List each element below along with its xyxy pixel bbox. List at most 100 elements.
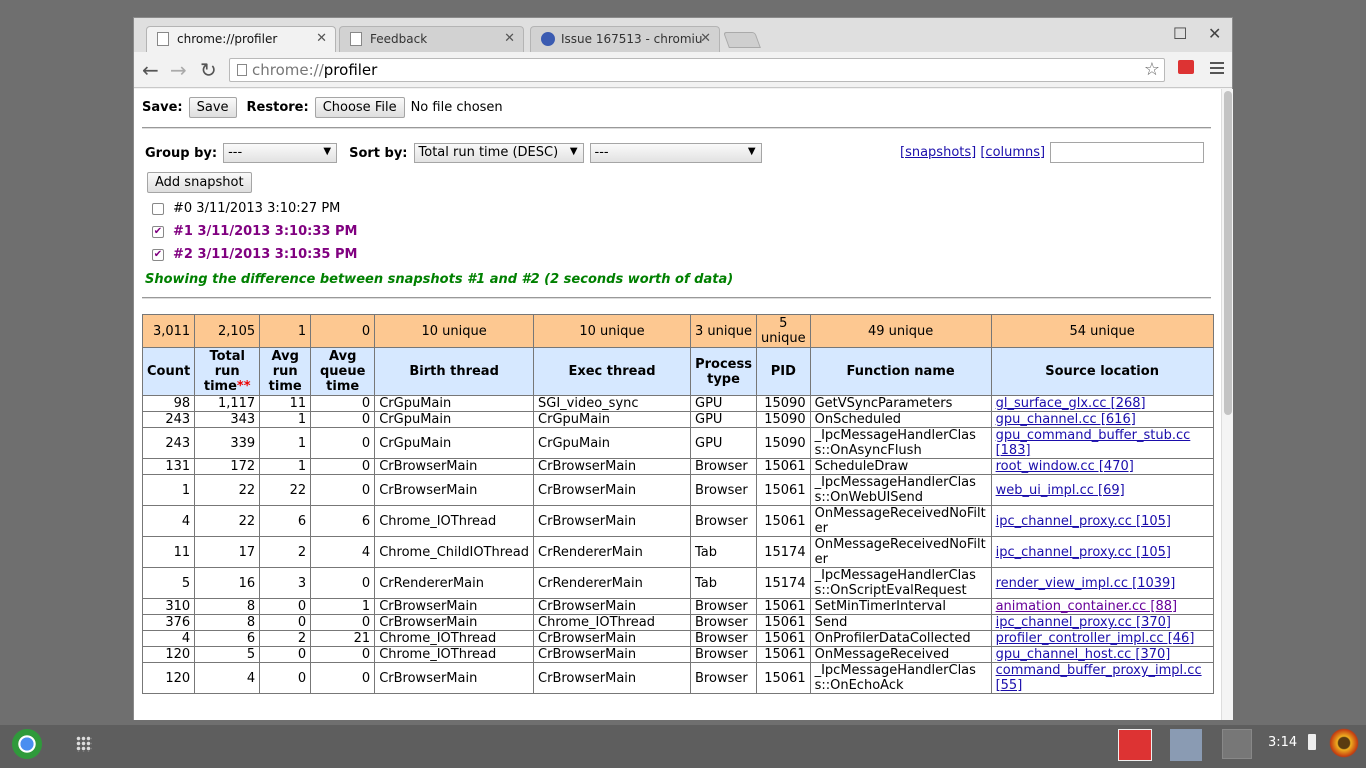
source-location-cell[interactable]: gpu_channel.cc [616]	[990, 411, 1214, 428]
choose-file-button[interactable]: Choose File	[314, 97, 405, 118]
source-link[interactable]: root_window.cc [470]	[996, 459, 1134, 474]
source-location-cell[interactable]: profiler_controller_impl.cc [46]	[990, 630, 1214, 647]
source-link[interactable]: ipc_channel_proxy.cc [105]	[996, 514, 1171, 529]
source-link[interactable]: ipc_channel_proxy.cc [105]	[996, 545, 1171, 560]
table-cell: 11	[141, 536, 196, 568]
snapshot-checkbox[interactable]	[152, 202, 164, 215]
columns-link[interactable]: [columns]	[980, 145, 1045, 160]
tab-feedback[interactable]: Feedback ✕	[339, 26, 524, 52]
table-cell: 172	[194, 458, 261, 475]
new-tab-button[interactable]	[723, 32, 761, 48]
source-link[interactable]: gpu_channel_host.cc [370]	[996, 647, 1171, 662]
column-header-label: Birth thread	[409, 364, 499, 379]
table-row: 4 6 2 21 Chrome_IOThread CrBrowserMain Browser…	[141, 630, 1214, 647]
column-header[interactable]: Exec thread	[533, 347, 692, 396]
tab-issue[interactable]: Issue 167513 - chromiu ✕	[530, 26, 720, 52]
table-cell: OnScheduled	[809, 411, 992, 428]
column-header[interactable]: Process type	[690, 347, 758, 396]
feedback-extension-icon[interactable]	[1178, 60, 1194, 74]
column-header[interactable]: Count	[141, 347, 196, 396]
table-cell: 15061	[756, 474, 811, 506]
user-avatar-icon[interactable]	[1328, 727, 1360, 759]
column-header[interactable]: PID	[756, 347, 811, 396]
sort-by-value: Total run time (DESC)	[418, 145, 559, 160]
close-icon[interactable]: ✕	[504, 31, 515, 46]
source-location-cell[interactable]: ipc_channel_proxy.cc [105]	[990, 505, 1214, 537]
forward-icon[interactable]: →	[170, 58, 187, 82]
issue-tracker-icon	[541, 32, 555, 46]
source-link[interactable]: ipc_channel_proxy.cc [370]	[996, 615, 1171, 630]
vertical-scrollbar[interactable]	[1221, 89, 1233, 720]
column-header[interactable]: Source location	[990, 347, 1214, 396]
table-cell: 5	[194, 646, 261, 663]
table-cell: Tab	[690, 536, 758, 568]
back-icon[interactable]: ←	[142, 58, 159, 82]
column-header[interactable]: Avg run time	[259, 347, 312, 396]
save-button[interactable]: Save	[188, 97, 237, 118]
close-icon[interactable]: ✕	[316, 31, 327, 46]
table-cell: 243	[141, 427, 196, 459]
reload-icon[interactable]: ↻	[200, 58, 217, 82]
column-header[interactable]: Avg queue time	[310, 347, 376, 396]
group-by-select[interactable]: --- ▼	[223, 143, 338, 163]
source-link[interactable]: gpu_channel.cc [616]	[996, 412, 1136, 427]
chrome-icon[interactable]	[12, 729, 42, 759]
table-cell: 5	[141, 567, 196, 599]
summary-cell: 10 unique	[374, 314, 535, 348]
snapshot-checkbox[interactable]: ✔	[152, 225, 164, 238]
window-close-icon[interactable]: ✕	[1208, 24, 1221, 43]
tab-title: chrome://profiler	[177, 32, 278, 46]
source-link[interactable]: render_view_impl.cc [1039]	[996, 576, 1176, 591]
snapshot-item[interactable]: ✔ #1 3/11/2013 3:10:33 PM	[152, 224, 357, 239]
menu-icon[interactable]	[1210, 62, 1224, 77]
column-header[interactable]: Birth thread	[374, 347, 535, 396]
filter-input[interactable]	[1050, 142, 1204, 163]
snapshot-item[interactable]: ✔ #2 3/11/2013 3:10:35 PM	[152, 247, 357, 262]
source-location-cell[interactable]: ipc_channel_proxy.cc [370]	[990, 614, 1214, 631]
table-cell: GetVSyncParameters	[809, 395, 992, 412]
table-cell: CrBrowserMain	[533, 646, 692, 663]
close-icon[interactable]: ✕	[700, 31, 711, 46]
maximize-icon[interactable]: ☐	[1173, 24, 1187, 43]
app-launcher-icon[interactable]	[76, 736, 92, 752]
table-cell: 22	[259, 474, 312, 506]
summary-cell: 49 unique	[809, 314, 992, 348]
address-bar[interactable]: chrome://profiler ☆	[229, 58, 1165, 82]
battery-icon[interactable]	[1308, 734, 1316, 750]
summary-cell: 3,011	[141, 314, 196, 348]
sort-by-select[interactable]: Total run time (DESC) ▼	[413, 143, 584, 163]
source-link[interactable]: profiler_controller_impl.cc [46]	[996, 631, 1195, 646]
scrollbar-thumb[interactable]	[1224, 91, 1232, 415]
feedback-app-icon[interactable]	[1118, 729, 1152, 761]
tab-profiler[interactable]: chrome://profiler ✕	[146, 26, 336, 52]
add-snapshot-button[interactable]: Add snapshot	[147, 172, 252, 193]
snapshots-link[interactable]: [snapshots]	[900, 145, 976, 160]
source-link[interactable]: web_ui_impl.cc [69]	[996, 483, 1125, 498]
source-location-cell[interactable]: render_view_impl.cc [1039]	[990, 567, 1214, 599]
source-location-cell[interactable]: gpu_channel_host.cc [370]	[990, 646, 1214, 663]
source-link[interactable]: gpu_command_buffer_stub.cc [183]	[996, 428, 1191, 458]
source-location-cell[interactable]: command_buffer_proxy_impl.cc [55]	[990, 662, 1214, 694]
bookmark-star-icon[interactable]: ☆	[1144, 59, 1160, 80]
clock[interactable]: 3:14	[1268, 735, 1297, 750]
snapshot-item[interactable]: #0 3/11/2013 3:10:27 PM	[152, 201, 340, 216]
notification-icon[interactable]	[1222, 729, 1252, 759]
source-location-cell[interactable]: web_ui_impl.cc [69]	[990, 474, 1214, 506]
snapshot-label: #0 3/11/2013 3:10:27 PM	[173, 201, 341, 216]
table-cell: Chrome_ChildIOThread	[374, 536, 535, 568]
avatar[interactable]	[1170, 729, 1202, 761]
source-location-cell[interactable]: ipc_channel_proxy.cc [105]	[990, 536, 1214, 568]
source-location-cell[interactable]: gpu_command_buffer_stub.cc [183]	[990, 427, 1214, 459]
column-header[interactable]: Total run time**	[194, 347, 261, 396]
source-location-cell[interactable]: gl_surface_glx.cc [268]	[990, 395, 1214, 412]
source-location-cell[interactable]: root_window.cc [470]	[990, 458, 1214, 475]
snapshot-checkbox[interactable]: ✔	[152, 248, 164, 261]
source-link[interactable]: animation_container.cc [88]	[996, 599, 1178, 614]
source-location-cell[interactable]: animation_container.cc [88]	[990, 598, 1214, 615]
table-cell: 15061	[756, 505, 811, 537]
divider	[142, 127, 1211, 129]
column-header[interactable]: Function name	[809, 347, 992, 396]
source-link[interactable]: gl_surface_glx.cc [268]	[996, 396, 1146, 411]
sort-by-secondary-select[interactable]: --- ▼	[589, 143, 762, 163]
source-link[interactable]: command_buffer_proxy_impl.cc [55]	[996, 663, 1202, 693]
